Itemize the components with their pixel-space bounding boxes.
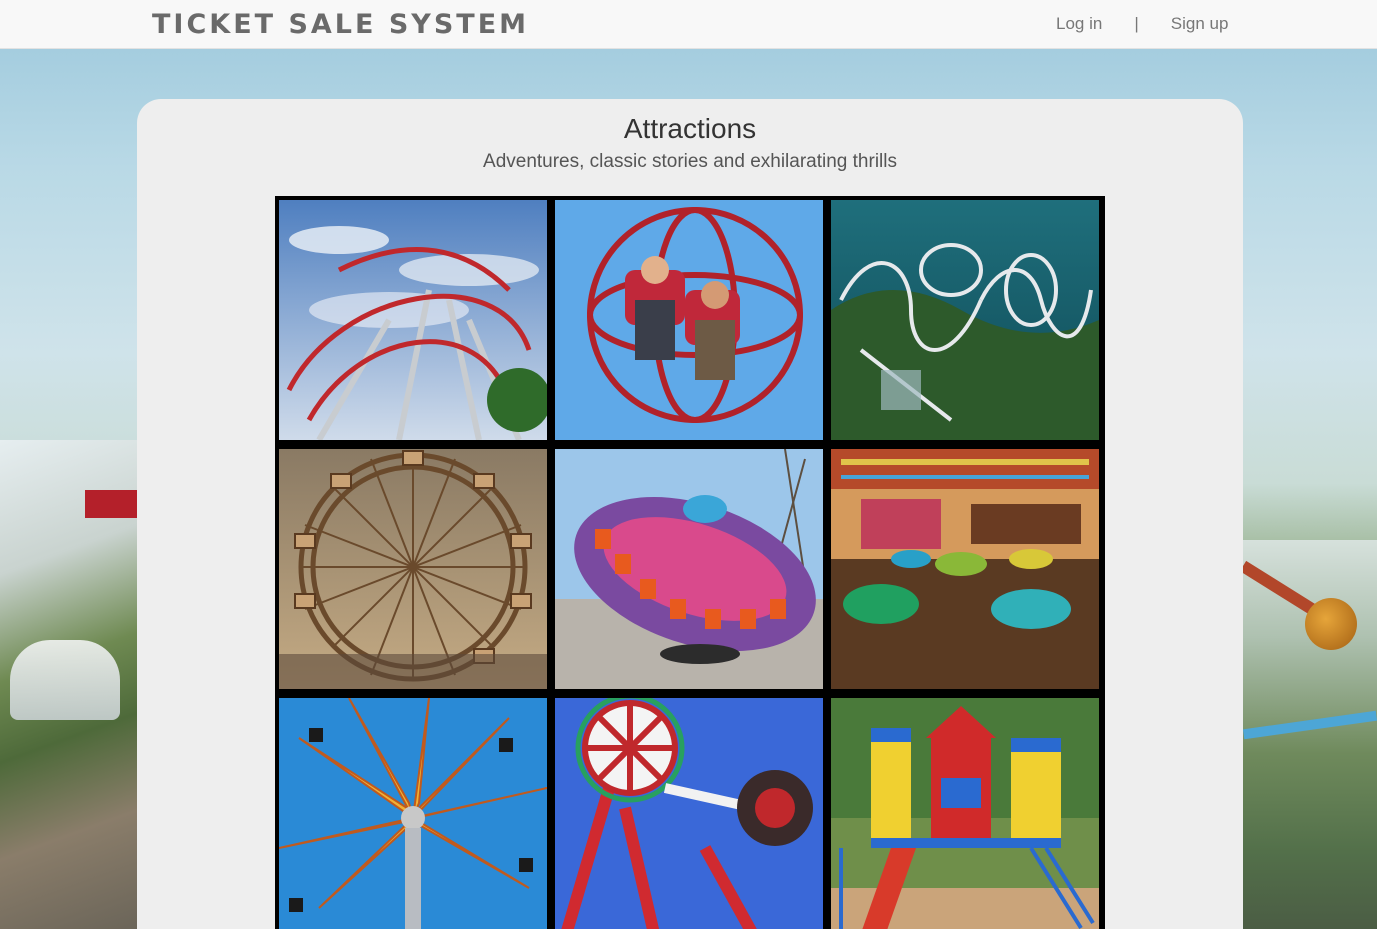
section-subtitle: Adventures, classic stories and exhilara… xyxy=(483,151,897,172)
attraction-tile-bumper-cars[interactable] xyxy=(831,449,1099,689)
roller-coaster-icon xyxy=(831,200,1099,440)
ferris-wheel-icon xyxy=(279,449,547,689)
disk-ride-icon xyxy=(555,449,823,689)
top-navbar: TICKET SALE SYSTEM Log in | Sign up xyxy=(0,0,1377,49)
background-scenery-right xyxy=(1239,540,1377,929)
attraction-tile-star-flyer[interactable] xyxy=(279,698,547,929)
login-link[interactable]: Log in xyxy=(1056,14,1102,34)
scenery-coaster-track xyxy=(1242,710,1377,740)
attractions-panel: Attractions Adventures, classic stories … xyxy=(137,99,1243,929)
playground-icon xyxy=(831,698,1099,929)
attraction-tile-disk-ride[interactable] xyxy=(555,449,823,689)
nav-separator: | xyxy=(1134,14,1139,33)
attractions-grid xyxy=(275,196,1105,929)
sphere-ride-icon xyxy=(555,200,823,440)
attraction-tile-playground[interactable] xyxy=(831,698,1099,929)
brand-title[interactable]: TICKET SALE SYSTEM xyxy=(152,9,529,40)
roller-coaster-icon xyxy=(279,200,547,440)
attraction-tile-lakeside-coaster[interactable] xyxy=(831,200,1099,440)
swing-ride-icon xyxy=(279,698,547,929)
nav-links: Log in | Sign up xyxy=(1056,14,1228,34)
bumper-car-icon xyxy=(831,449,1099,689)
scenery-waterslide xyxy=(10,640,120,720)
signup-link[interactable]: Sign up xyxy=(1171,14,1229,34)
attraction-tile-pendulum-ride[interactable] xyxy=(555,698,823,929)
pendulum-icon xyxy=(555,698,823,929)
attraction-tile-ferris-wheel[interactable] xyxy=(279,449,547,689)
background-scenery-left xyxy=(0,440,137,929)
attraction-tile-gyro-sphere[interactable] xyxy=(555,200,823,440)
scenery-building xyxy=(85,490,137,518)
attraction-tile-looping-coaster[interactable] xyxy=(279,200,547,440)
scenery-ride-ball xyxy=(1305,598,1357,650)
section-title: Attractions xyxy=(623,113,757,144)
